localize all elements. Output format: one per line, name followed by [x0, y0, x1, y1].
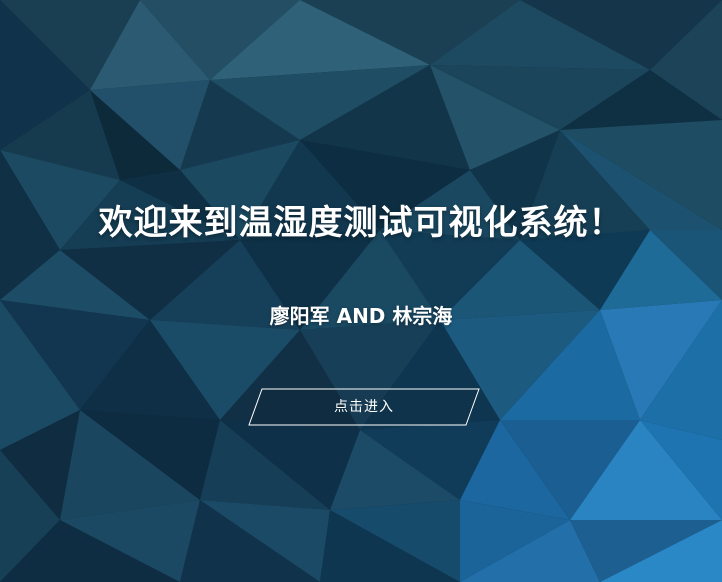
enter-button-label: 点击进入	[334, 399, 394, 415]
authors-line: 廖阳军 AND 林宗海	[269, 304, 453, 328]
enter-button[interactable]: 点击进入	[248, 388, 480, 426]
low-poly-background	[0, 0, 722, 582]
welcome-screen: 欢迎来到温湿度测试可视化系统！ 廖阳军 AND 林宗海 点击进入	[0, 0, 722, 582]
page-title: 欢迎来到温湿度测试可视化系统！	[98, 203, 624, 243]
